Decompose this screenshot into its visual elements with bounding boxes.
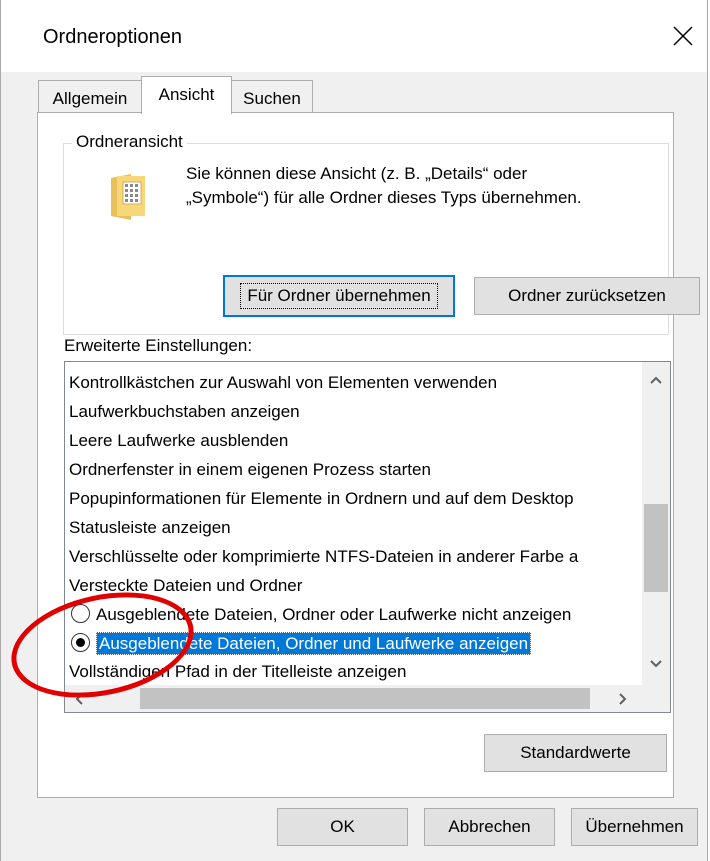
restore-defaults-button[interactable]: Standardwerte bbox=[484, 734, 667, 772]
chevron-down-icon bbox=[650, 660, 662, 668]
list-item[interactable]: Laufwerkbuchstaben anzeigen bbox=[69, 399, 300, 425]
radio-show-label: Ausgeblendete Dateien, Ordner und Laufwe… bbox=[96, 632, 532, 655]
list-item[interactable]: Statusleiste anzeigen bbox=[69, 515, 231, 541]
settings-items: Kontrollkästchen zur Auswahl von Element… bbox=[65, 362, 642, 685]
folder-view-label: Ordneransicht bbox=[72, 132, 187, 152]
radio-hide-label: Ausgeblendete Dateien, Ordner oder Laufw… bbox=[96, 605, 572, 624]
scroll-right-button[interactable] bbox=[609, 687, 637, 711]
tab-allgemein[interactable]: Allgemein bbox=[38, 80, 142, 112]
apply-to-folders-label: Für Ordner übernehmen bbox=[240, 283, 438, 309]
close-icon bbox=[673, 26, 693, 46]
scroll-left-button[interactable] bbox=[65, 687, 93, 711]
window-title: Ordneroptionen bbox=[43, 26, 182, 48]
advanced-settings-label: Erweiterte Einstellungen: bbox=[64, 336, 253, 355]
apply-to-folders-button[interactable]: Für Ordner übernehmen bbox=[223, 275, 455, 317]
title-bar: Ordneroptionen bbox=[1, 0, 707, 72]
chevron-left-icon bbox=[75, 693, 83, 705]
vertical-scrollbar[interactable] bbox=[642, 362, 670, 685]
ok-label: OK bbox=[330, 817, 355, 836]
list-item[interactable]: Popupinformationen für Elemente in Ordne… bbox=[69, 486, 574, 512]
folder-options-dialog: Ordneroptionen Allgemein Ansicht Suchen … bbox=[0, 0, 708, 861]
advanced-settings-list[interactable]: Kontrollkästchen zur Auswahl von Element… bbox=[64, 361, 671, 713]
list-item[interactable]: Kontrollkästchen zur Auswahl von Element… bbox=[69, 370, 497, 396]
scrollbar-corner bbox=[642, 685, 670, 712]
list-item[interactable]: Vollständigen Pfad in der Titelleiste an… bbox=[69, 659, 406, 685]
close-button[interactable] bbox=[665, 18, 701, 54]
restore-defaults-label: Standardwerte bbox=[520, 743, 631, 762]
chevron-right-icon bbox=[619, 693, 627, 705]
ok-button[interactable]: OK bbox=[277, 808, 408, 846]
reset-folders-button[interactable]: Ordner zurücksetzen bbox=[474, 277, 700, 315]
apply-label: Übernehmen bbox=[585, 817, 684, 836]
info-line-1: Sie können diese Ansicht (z. B. „Details… bbox=[186, 164, 528, 183]
scroll-up-button[interactable] bbox=[642, 368, 670, 392]
radio-show-hidden-files[interactable]: Ausgeblendete Dateien, Ordner und Laufwe… bbox=[71, 631, 532, 657]
list-item[interactable]: Ordnerfenster in einem eigenen Prozess s… bbox=[69, 457, 431, 483]
horizontal-scroll-thumb[interactable] bbox=[140, 688, 590, 709]
info-line-2: „Symbole“) für alle Ordner dieses Typs ü… bbox=[186, 188, 582, 207]
chevron-up-icon bbox=[650, 376, 662, 384]
list-item[interactable]: Leere Laufwerke ausblenden bbox=[69, 428, 288, 454]
folder-view-info: Sie können diese Ansicht (z. B. „Details… bbox=[186, 162, 626, 210]
horizontal-scrollbar[interactable] bbox=[65, 685, 642, 712]
list-group-hidden-files: Versteckte Dateien und Ordner bbox=[69, 576, 303, 595]
cancel-label: Abbrechen bbox=[448, 817, 531, 836]
vertical-scroll-thumb[interactable] bbox=[644, 504, 668, 592]
list-item[interactable]: Verschlüsselte oder komprimierte NTFS-Da… bbox=[69, 544, 578, 570]
reset-folders-label: Ordner zurücksetzen bbox=[508, 286, 666, 305]
radio-hide-hidden-files[interactable]: Ausgeblendete Dateien, Ordner oder Laufw… bbox=[71, 602, 571, 628]
apply-button[interactable]: Übernehmen bbox=[571, 808, 698, 846]
folder-details-icon bbox=[111, 174, 145, 220]
folder-view-group: Ordneransicht Sie können diese Ansicht (… bbox=[63, 132, 700, 335]
radio-checked-icon[interactable] bbox=[71, 633, 90, 653]
radio-unchecked-icon[interactable] bbox=[71, 604, 90, 624]
cancel-button[interactable]: Abbrechen bbox=[424, 808, 555, 846]
tab-ansicht[interactable]: Ansicht bbox=[141, 76, 232, 114]
tab-suchen[interactable]: Suchen bbox=[231, 80, 313, 112]
scroll-down-button[interactable] bbox=[642, 652, 670, 676]
